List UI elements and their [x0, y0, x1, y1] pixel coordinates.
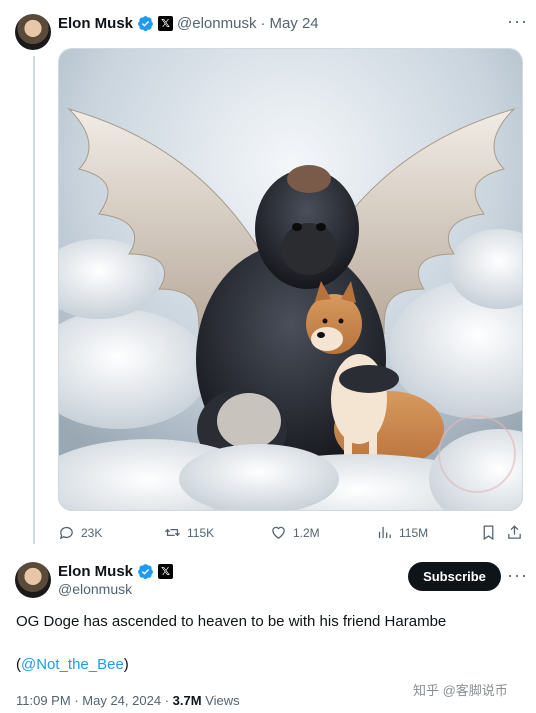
author-handle[interactable]: @elonmusk — [58, 581, 132, 597]
mention-link[interactable]: @Not_the_Bee — [21, 656, 124, 673]
paren-close: ) — [123, 656, 129, 673]
x-affiliate-icon: 𝕏 — [158, 16, 174, 31]
retweet-icon — [164, 528, 181, 537]
author-name[interactable]: Elon Musk — [58, 563, 133, 580]
harambe-doge-angel-illustration — [59, 49, 522, 510]
action-bar: 23K 115K 1.2M 115M — [58, 522, 528, 544]
watermark: 知乎 @客脚说币 — [413, 683, 508, 698]
author-handle[interactable]: @elonmusk — [177, 15, 256, 32]
reply-icon — [59, 526, 73, 540]
x-affiliate-icon: 𝕏 — [158, 564, 174, 579]
tweet2-header: Elon Musk 𝕏 — [58, 563, 174, 580]
tweet-text: OG Doge has ascended to heaven to be wit… — [16, 613, 447, 630]
bookmark-icon — [483, 525, 494, 541]
like-count: 1.2M — [293, 525, 320, 540]
mention-line: (@Not_the_Bee) — [16, 656, 129, 673]
views-label: Views — [205, 693, 240, 708]
tweet-date[interactable]: May 24 — [269, 15, 318, 32]
views-total: 3.7M — [172, 693, 202, 708]
more-options-icon[interactable]: ··· — [507, 12, 528, 30]
like-button[interactable]: 1.2M — [270, 524, 320, 541]
share-button[interactable] — [506, 524, 523, 541]
heart-icon — [272, 526, 285, 539]
bookmark-button[interactable] — [480, 524, 497, 541]
retweet-button[interactable]: 115K — [164, 524, 214, 541]
reply-button[interactable]: 23K — [58, 524, 102, 541]
retweet-count: 115K — [187, 525, 215, 540]
verified-icon — [138, 564, 153, 580]
views-count: 115M — [399, 525, 429, 540]
tweet-meta: 11:09 PM · May 24, 2024 · 3.7M Views — [16, 693, 240, 708]
tweet-time[interactable]: 11:09 PM — [16, 693, 71, 708]
views-chart-icon — [378, 526, 391, 539]
more-options-icon[interactable]: ··· — [507, 566, 528, 584]
verified-icon — [138, 16, 153, 32]
thread-line — [33, 56, 35, 544]
reply-count: 23K — [81, 525, 103, 540]
tweet1-header: Elon Musk 𝕏 @elonmusk · May 24 — [58, 15, 319, 32]
views-button[interactable]: 115M — [376, 524, 428, 541]
avatar[interactable] — [15, 14, 51, 50]
tweet-full-date[interactable]: May 24, 2024 — [82, 693, 161, 708]
author-name[interactable]: Elon Musk — [58, 15, 133, 32]
separator-dot: · — [260, 15, 266, 32]
tweet-image[interactable] — [58, 48, 523, 511]
subscribe-button[interactable]: Subscribe — [408, 562, 501, 591]
separator-dot: · — [74, 693, 79, 708]
separator-dot: · — [164, 693, 170, 708]
avatar[interactable] — [15, 562, 51, 598]
share-icon — [508, 525, 521, 539]
